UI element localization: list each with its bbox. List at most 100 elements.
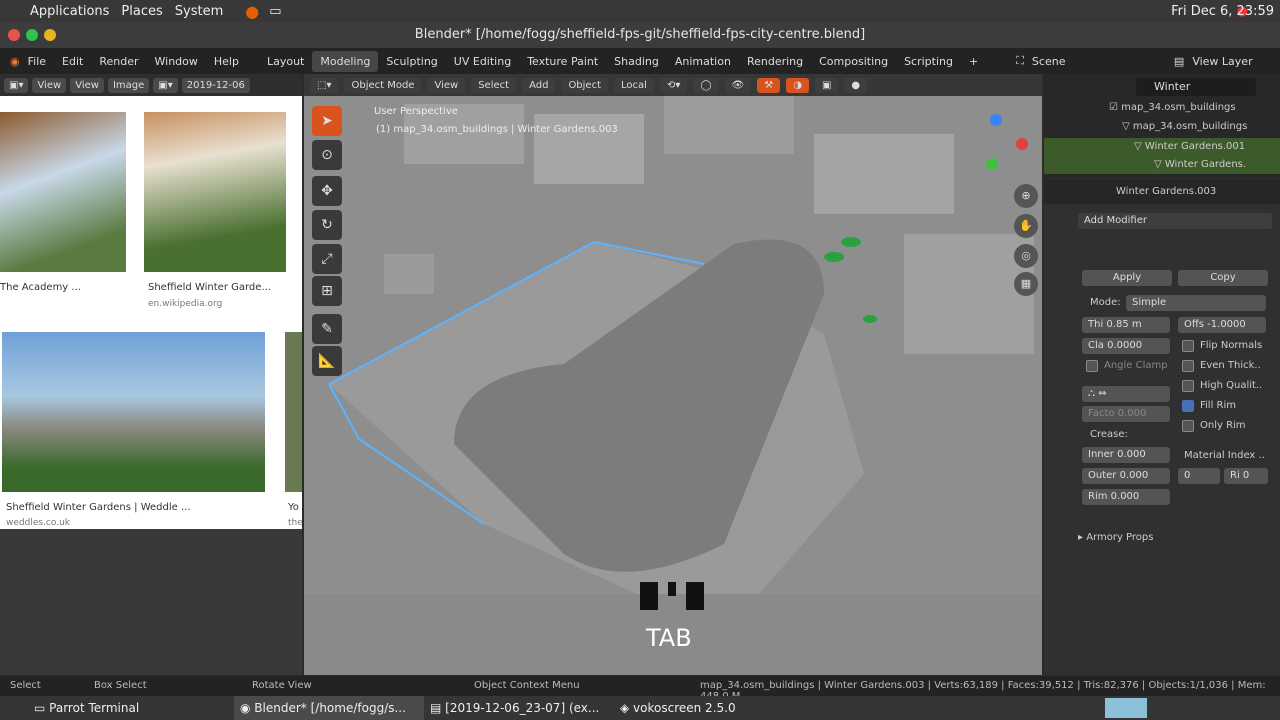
- outliner-item-selected[interactable]: ▽ Winter Gardens.001: [1044, 138, 1280, 156]
- outer-field[interactable]: Outer 0.000: [1082, 468, 1170, 484]
- menu-window[interactable]: Window: [147, 55, 206, 68]
- taskbar-vokoscreen[interactable]: ◈ vokoscreen 2.5.0: [614, 696, 742, 720]
- offset-field[interactable]: Offs -1.0000: [1178, 317, 1266, 333]
- result-title[interactable]: Sheffield Winter Gardens | Weddle ...: [6, 502, 191, 513]
- result-image-partial[interactable]: [285, 332, 302, 492]
- close-window-button[interactable]: [8, 29, 20, 41]
- orientation-selector[interactable]: Local: [614, 77, 654, 93]
- taskbar-terminal[interactable]: ▭ Parrot Terminal: [28, 696, 145, 720]
- result-image-academy[interactable]: [0, 112, 126, 272]
- factor-field[interactable]: Facto 0.000: [1082, 406, 1170, 422]
- view2-menu[interactable]: View: [70, 77, 104, 93]
- result-title[interactable]: Yo: [288, 502, 299, 513]
- tab-uv-editing[interactable]: UV Editing: [446, 51, 519, 72]
- firefox-icon[interactable]: ●: [245, 2, 259, 21]
- camera-icon[interactable]: ◎: [1014, 244, 1038, 268]
- taskbar-blender[interactable]: ◉ Blender* [/home/fogg/s...: [234, 696, 424, 720]
- clamp-field[interactable]: Cla 0.0000: [1082, 338, 1170, 354]
- pan-hand-icon[interactable]: ✋: [1014, 214, 1038, 238]
- image-name-field[interactable]: 2019-12-06: [181, 77, 250, 93]
- menu-system[interactable]: System: [175, 4, 223, 19]
- add-workspace-button[interactable]: +: [961, 51, 986, 72]
- scale-tool-icon[interactable]: ⤢: [312, 244, 342, 274]
- gizmo-toggle-icon[interactable]: ⚒: [757, 77, 781, 93]
- blender-logo-icon[interactable]: ◉: [10, 55, 20, 68]
- only-rim-checkbox[interactable]: [1182, 420, 1194, 432]
- select-tool-icon[interactable]: ➤: [312, 106, 342, 136]
- image-menu[interactable]: Image: [107, 77, 150, 93]
- cursor-tool-icon[interactable]: ⊙: [312, 140, 342, 170]
- transform-tool-icon[interactable]: ⊞: [312, 276, 342, 306]
- 3d-viewport[interactable]: User Perspective (1) map_34.osm_building…: [304, 74, 1042, 675]
- shading-solid-icon[interactable]: ●: [844, 77, 868, 93]
- menu-help[interactable]: Help: [206, 55, 247, 68]
- menu-file[interactable]: File: [20, 55, 54, 68]
- tab-sculpting[interactable]: Sculpting: [378, 51, 445, 72]
- high-quality-checkbox[interactable]: [1182, 380, 1194, 392]
- mode-selector[interactable]: Object Mode: [344, 77, 422, 93]
- angle-clamp-checkbox[interactable]: [1086, 360, 1098, 372]
- thickness-field[interactable]: Thi 0.85 m: [1082, 317, 1170, 333]
- tab-animation[interactable]: Animation: [667, 51, 739, 72]
- result-title[interactable]: The Academy ...: [0, 282, 81, 293]
- even-thickness-checkbox[interactable]: [1182, 360, 1194, 372]
- outliner-item[interactable]: ▽ map_34.osm_buildings: [1122, 121, 1247, 132]
- armory-props-panel[interactable]: ▸ Armory Props: [1078, 532, 1153, 543]
- proportional-edit-icon[interactable]: ◯: [693, 77, 719, 93]
- move-tool-icon[interactable]: ✥: [312, 176, 342, 206]
- terminal-icon[interactable]: ▭: [269, 4, 281, 19]
- view-layer-selector[interactable]: View Layer: [1184, 55, 1260, 68]
- image-browse-button[interactable]: ▣▾: [153, 77, 178, 93]
- overlay-toggle-icon[interactable]: ◑: [786, 77, 809, 93]
- outliner-search[interactable]: Winter: [1136, 78, 1256, 96]
- result-image-winter-gardens-wiki[interactable]: [144, 112, 286, 272]
- flip-normals-checkbox[interactable]: [1182, 340, 1194, 352]
- outliner-item[interactable]: ☑ map_34.osm_buildings: [1109, 102, 1236, 113]
- result-image-weddles[interactable]: [2, 332, 265, 492]
- add-modifier-dropdown[interactable]: Add Modifier: [1078, 213, 1272, 229]
- editor-type-button[interactable]: ▣▾: [4, 77, 29, 93]
- view-menu[interactable]: View: [32, 77, 67, 93]
- editor-type-button[interactable]: ⬚▾: [310, 77, 339, 93]
- mode-select[interactable]: Simple: [1126, 295, 1266, 311]
- rim-material-field[interactable]: Ri 0: [1224, 468, 1268, 484]
- tab-texture-paint[interactable]: Texture Paint: [519, 51, 606, 72]
- maximize-window-button[interactable]: [26, 29, 38, 41]
- tab-scripting[interactable]: Scripting: [896, 51, 961, 72]
- apply-button[interactable]: Apply: [1082, 270, 1172, 286]
- tab-rendering[interactable]: Rendering: [739, 51, 811, 72]
- annotate-tool-icon[interactable]: ✎: [312, 314, 342, 344]
- menu-edit[interactable]: Edit: [54, 55, 91, 68]
- tab-compositing[interactable]: Compositing: [811, 51, 896, 72]
- copy-button[interactable]: Copy: [1178, 270, 1268, 286]
- visibility-icon[interactable]: 👁: [724, 77, 752, 93]
- material-index-field[interactable]: 0: [1178, 468, 1220, 484]
- result-title[interactable]: Sheffield Winter Garde...: [148, 282, 271, 293]
- measure-tool-icon[interactable]: 📐: [312, 346, 342, 376]
- tab-shading[interactable]: Shading: [606, 51, 667, 72]
- fill-rim-checkbox[interactable]: [1182, 400, 1194, 412]
- vertex-group-field[interactable]: ⛬ ⇔: [1082, 386, 1170, 402]
- inner-field[interactable]: Inner 0.000: [1082, 447, 1170, 463]
- tab-modeling[interactable]: Modeling: [312, 50, 379, 72]
- minimize-window-button[interactable]: [44, 29, 56, 41]
- navigation-gizmo[interactable]: [964, 114, 1028, 174]
- outliner-item-selected[interactable]: ▽ Winter Gardens.: [1044, 156, 1280, 174]
- rotate-tool-icon[interactable]: ↻: [312, 210, 342, 240]
- snap-icon[interactable]: ⟲▾: [659, 77, 688, 93]
- menu-select[interactable]: Select: [471, 77, 517, 93]
- menu-applications[interactable]: Applications: [30, 4, 109, 19]
- menu-view[interactable]: View: [427, 77, 466, 93]
- rim-field[interactable]: Rim 0.000: [1082, 489, 1170, 505]
- menu-add[interactable]: Add: [522, 77, 556, 93]
- tab-layout[interactable]: Layout: [259, 51, 312, 72]
- menu-object[interactable]: Object: [561, 77, 609, 93]
- menu-render[interactable]: Render: [91, 55, 146, 68]
- zoom-icon[interactable]: ⊕: [1014, 184, 1038, 208]
- workspace-switcher[interactable]: [1105, 698, 1147, 718]
- scene-selector[interactable]: Scene: [1024, 55, 1154, 68]
- xray-icon[interactable]: ▣: [814, 77, 839, 93]
- menu-places[interactable]: Places: [121, 4, 162, 19]
- grid-icon[interactable]: ▦: [1014, 272, 1038, 296]
- taskbar-file-manager[interactable]: ▤ [2019-12-06_23-07] (ex...: [424, 696, 605, 720]
